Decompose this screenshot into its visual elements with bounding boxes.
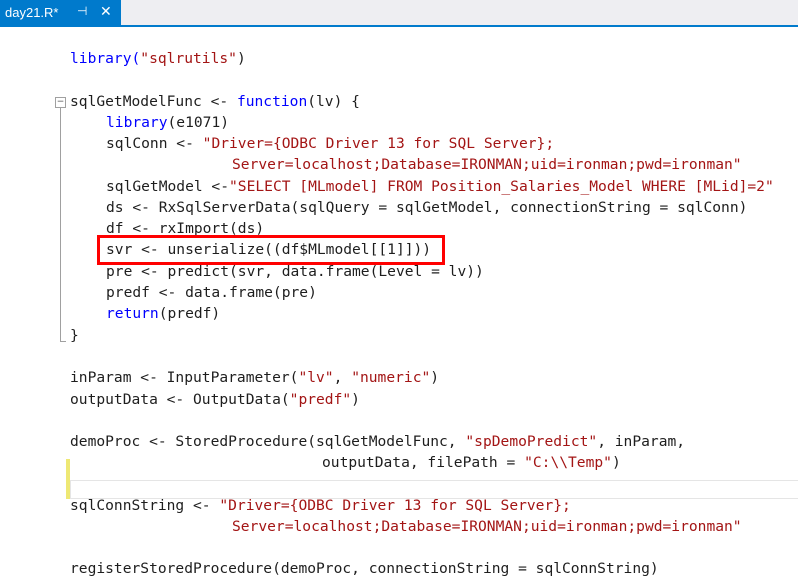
code-line-13: }	[70, 327, 79, 344]
tab-title: day21.R*	[5, 5, 59, 20]
editor-gutter	[0, 27, 20, 578]
code-line-19: Server=localhost;Database=IRONMAN;uid=ir…	[232, 518, 742, 535]
code-line-5: Server=localhost;Database=IRONMAN;uid=ir…	[232, 156, 742, 173]
code-line-15: outputData <- OutputData("predf")	[70, 391, 360, 408]
code-line-3: library(e1071)	[106, 114, 230, 131]
code-line-4: sqlConn <- "Driver={ODBC Driver 13 for S…	[106, 135, 555, 152]
document-tab-bar: day21.R* ⊣ ✕	[0, 0, 798, 27]
code-line-2: sqlGetModelFunc <- function(lv) {	[70, 93, 360, 110]
code-line-18: sqlConnString <- "Driver={ODBC Driver 13…	[70, 497, 571, 514]
code-line-14: inParam <- InputParameter("lv", "numeric…	[70, 369, 440, 386]
code-line-7: ds <- RxSqlServerData(sqlQuery = sqlGetM…	[106, 199, 748, 216]
code-editor[interactable]: − library("sqlrutils") sqlGetModelFunc <…	[20, 27, 798, 578]
highlight-annotation-box	[97, 235, 445, 265]
pin-icon[interactable]: ⊣	[77, 4, 87, 18]
tab-day21[interactable]: day21.R* ⊣ ✕	[0, 0, 121, 27]
collapse-icon[interactable]: −	[55, 97, 66, 108]
code-line-11: predf <- data.frame(pre)	[106, 284, 317, 301]
code-line-17: outputData, filePath = "C:\\Temp")	[322, 454, 621, 471]
code-line-20: registerStoredProcedure(demoProc, connec…	[70, 560, 659, 577]
fold-guide	[60, 108, 61, 341]
code-line-6: sqlGetModel <-"SELECT [MLmodel] FROM Pos…	[106, 178, 774, 195]
fold-end	[60, 341, 66, 342]
close-icon[interactable]: ✕	[100, 3, 112, 20]
code-line-12: return(predf)	[106, 305, 221, 322]
code-line-1: library("sqlrutils")	[70, 50, 246, 67]
code-line-16: demoProc <- StoredProcedure(sqlGetModelF…	[70, 433, 686, 450]
